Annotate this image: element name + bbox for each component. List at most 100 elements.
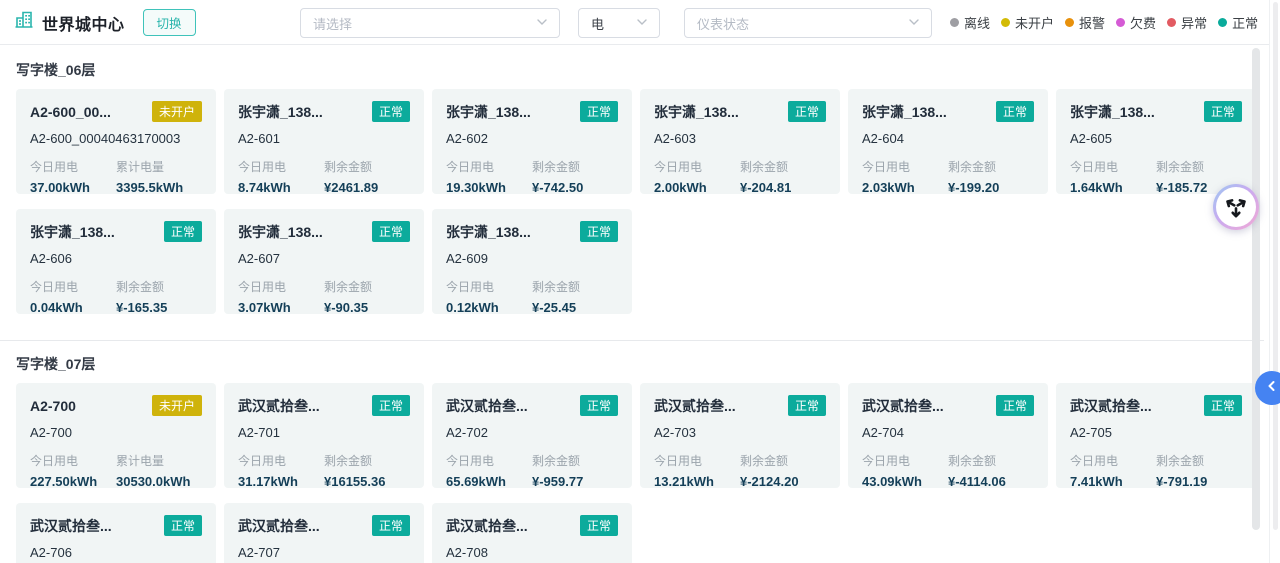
meter-card[interactable]: 张宇潇_138... 正常 A2-605 今日用电 1.64kWh 剩余金额 ¥-18…	[1056, 89, 1256, 195]
metric-label: 今日用电	[654, 160, 703, 174]
metric-label: 剩余金额	[324, 160, 373, 174]
metric-label: 今日用电	[1070, 160, 1119, 174]
status-badge: 正常	[787, 395, 826, 416]
meter-code: A2-603	[654, 131, 696, 146]
meter-name: 武汉贰拾叁...	[30, 517, 112, 534]
meter-card[interactable]: 武汉贰拾叁... 正常 A2-701 今日用电 31.17kWh 剩余金额 ¥1615…	[224, 383, 424, 489]
metric-value: 227.50kWh	[30, 474, 98, 489]
meter-card[interactable]: 张宇潇_138... 正常 A2-604 今日用电 2.03kWh 剩余金额 ¥-19…	[848, 89, 1048, 195]
meter-card[interactable]: 张宇潇_138... 正常 A2-601 今日用电 8.74kWh 剩余金额 ¥246…	[224, 89, 424, 195]
legend-item: 异常	[1167, 13, 1207, 32]
metric-label: 今日用电	[654, 454, 703, 468]
metric-label: 剩余金额	[324, 454, 373, 468]
meter-name: 张宇潇_138...	[862, 103, 947, 120]
metric: 剩余金额 ¥-2124.20	[740, 452, 826, 489]
meter-code: A2-602	[446, 131, 488, 146]
status-badge: 正常	[787, 101, 826, 122]
switch-site-button[interactable]: 切换	[142, 9, 196, 36]
content-scrollbar[interactable]	[1252, 48, 1260, 530]
meter-dashboard: { "header": { "site_name": "世界城中心", "swi…	[0, 0, 1280, 563]
floor-section: 写字楼_06层 A2-600_00... 未开户 A2-600_00040463…	[0, 46, 1264, 315]
assistant-floating-button[interactable]	[1213, 184, 1259, 230]
metric-label: 剩余金额	[532, 454, 581, 468]
metric-label: 剩余金额	[116, 280, 165, 294]
meter-status-select[interactable]: 仪表状态	[684, 8, 932, 38]
metric: 剩余金额 ¥-25.45	[532, 278, 618, 315]
metric-value: ¥-2124.20	[740, 474, 799, 489]
meter-code: A2-706	[30, 545, 72, 560]
metric-label: 累计电量	[116, 454, 165, 468]
meter-card[interactable]: 张宇潇_138... 正常 A2-603 今日用电 2.00kWh 剩余金额 ¥-20…	[640, 89, 840, 195]
status-dot-icon	[1001, 18, 1011, 27]
metric: 剩余金额 ¥-959.77	[532, 452, 618, 489]
status-badge: 正常	[579, 515, 618, 536]
metric-value: ¥-199.20	[948, 180, 1000, 195]
assistant-logo-icon	[1216, 187, 1256, 227]
meter-name: 张宇潇_138...	[238, 103, 323, 120]
legend-item: 正常	[1218, 13, 1258, 32]
meter-metrics: 今日用电 2.00kWh 剩余金额 ¥-204.81	[654, 158, 826, 195]
meter-card[interactable]: A2-700 未开户 A2-700 今日用电 227.50kWh 累计电量 30530…	[16, 383, 216, 489]
meter-card[interactable]: 武汉贰拾叁... 正常 A2-702 今日用电 65.69kWh 剩余金额 ¥-959…	[432, 383, 632, 489]
status-badge: 正常	[371, 221, 410, 242]
metric: 今日用电 2.00kWh	[654, 158, 740, 195]
meter-card[interactable]: 武汉贰拾叁... 正常 A2-704 今日用电 43.09kWh 剩余金额 ¥-411…	[848, 383, 1048, 489]
metric: 今日用电 1.64kWh	[1070, 158, 1156, 195]
meter-card[interactable]: 张宇潇_138... 正常 A2-602 今日用电 19.30kWh 剩余金额 ¥-7…	[432, 89, 632, 195]
status-badge: 正常	[1203, 395, 1242, 416]
legend-label: 欠费	[1130, 16, 1157, 31]
metric-value: ¥-25.45	[532, 300, 577, 315]
meter-name: 张宇潇_138...	[238, 223, 323, 240]
meter-card-header: 张宇潇_138... 正常	[446, 101, 618, 122]
meter-code: A2-701	[238, 425, 280, 440]
legend-item: 离线	[950, 13, 990, 32]
meter-card-header: 武汉贰拾叁... 正常	[862, 395, 1034, 416]
metric-value: ¥-791.19	[1156, 474, 1208, 489]
area-select[interactable]: 请选择	[300, 8, 560, 38]
meter-status-placeholder: 仪表状态	[697, 16, 750, 32]
meter-card-header: 武汉贰拾叁... 正常	[238, 515, 410, 536]
meter-card-header: 武汉贰拾叁... 正常	[654, 395, 826, 416]
metric: 剩余金额 ¥2461.89	[324, 158, 410, 195]
metric: 剩余金额 ¥-791.19	[1156, 452, 1242, 489]
meter-name: 武汉贰拾叁...	[238, 397, 320, 414]
legend-label: 离线	[964, 16, 991, 31]
meter-code: A2-704	[862, 425, 904, 440]
meter-name: 张宇潇_138...	[1070, 103, 1155, 120]
meter-card[interactable]: 张宇潇_138... 正常 A2-607 今日用电 3.07kWh 剩余金额 ¥-90…	[224, 209, 424, 315]
metric-value: 2.00kWh	[654, 180, 707, 195]
metric-label: 今日用电	[862, 160, 911, 174]
chevron-left-icon	[1265, 379, 1279, 398]
meter-code: A2-707	[238, 545, 280, 560]
meter-card[interactable]: 武汉贰拾叁... 正常 A2-705 今日用电 7.41kWh 剩余金额 ¥-791.…	[1056, 383, 1256, 489]
meter-card[interactable]: 张宇潇_138... 正常 A2-609 今日用电 0.12kWh 剩余金额 ¥-25…	[432, 209, 632, 315]
status-legend: 离线 未开户 报警 欠费 异常 正常	[950, 0, 1258, 45]
meter-card[interactable]: 武汉贰拾叁... 正常 A2-706 今日用电剩余金额	[16, 503, 216, 563]
metric: 今日用电 0.12kWh	[446, 278, 532, 315]
meter-card[interactable]: 武汉贰拾叁... 正常 A2-707 今日用电剩余金额	[224, 503, 424, 563]
status-dot-icon	[950, 18, 959, 27]
meter-card[interactable]: A2-600_00... 未开户 A2-600_00040463170003 今…	[16, 89, 216, 195]
meter-card[interactable]: 张宇潇_138... 正常 A2-606 今日用电 0.04kWh 剩余金额 ¥-16…	[16, 209, 216, 315]
metric-label: 剩余金额	[532, 280, 581, 294]
area-select-placeholder: 请选择	[313, 16, 353, 32]
metric-label: 今日用电	[446, 280, 495, 294]
metric: 剩余金额 ¥-90.35	[324, 278, 410, 315]
page-scrollbar[interactable]	[1273, 2, 1278, 530]
meter-card-header: 张宇潇_138... 正常	[238, 101, 410, 122]
metric: 今日用电 0.04kWh	[30, 278, 116, 315]
site-title: 世界城中心	[42, 16, 125, 34]
meter-metrics: 今日用电 43.09kWh 剩余金额 ¥-4114.06	[862, 452, 1034, 489]
meter-card[interactable]: 武汉贰拾叁... 正常 A2-708 今日用电剩余金额	[432, 503, 632, 563]
meter-card[interactable]: 武汉贰拾叁... 正常 A2-703 今日用电 13.21kWh 剩余金额 ¥-212…	[640, 383, 840, 489]
meter-name: 张宇潇_138...	[446, 103, 531, 120]
metric: 今日用电 227.50kWh	[30, 452, 116, 489]
meter-name: 武汉贰拾叁...	[654, 397, 736, 414]
metric: 剩余金额 ¥16155.36	[324, 452, 410, 489]
legend-label: 报警	[1079, 16, 1106, 31]
energy-type-select[interactable]: 电	[578, 8, 660, 38]
meter-name: 张宇潇_138...	[446, 223, 531, 240]
legend-item: 报警	[1065, 13, 1105, 32]
metric-value: ¥16155.36	[324, 474, 386, 489]
metric-value: 65.69kWh	[446, 474, 506, 489]
